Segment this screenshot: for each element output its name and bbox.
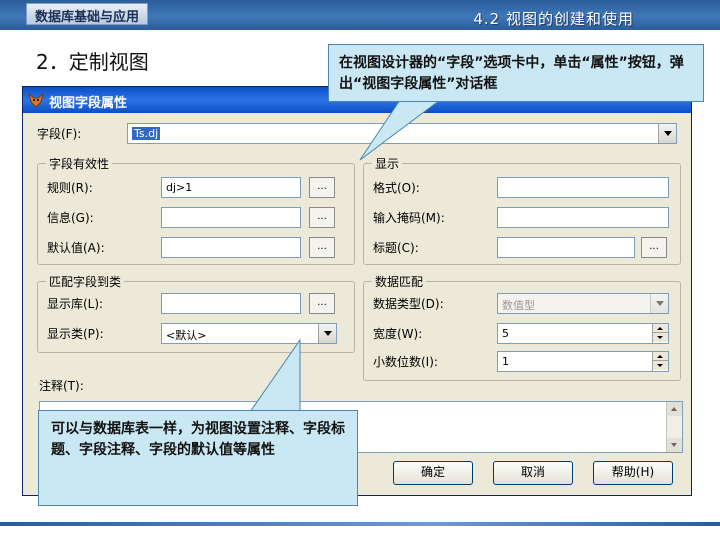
- message-input[interactable]: [161, 207, 301, 228]
- field-combobox[interactable]: Ts.dj: [127, 123, 677, 144]
- input-mask-label: 输入掩码(M):: [373, 211, 445, 225]
- width-spinner[interactable]: 5: [497, 323, 669, 344]
- chevron-down-icon[interactable]: [658, 124, 676, 143]
- foxpro-fox-icon: [28, 92, 44, 108]
- data-type-label: 数据类型(D):: [373, 297, 444, 311]
- chevron-down-icon[interactable]: [318, 324, 336, 343]
- display-title: 显示: [372, 155, 403, 172]
- caption-builder-button[interactable]: ...: [641, 237, 667, 258]
- caption-input[interactable]: [497, 237, 635, 258]
- decimals-spinner[interactable]: 1: [497, 351, 669, 372]
- input-mask-input[interactable]: [497, 207, 669, 228]
- bottom-callout: 可以与数据库表一样，为视图设置注释、字段标题、字段注释、字段的默认值等属性: [38, 410, 358, 506]
- spinner-arrows-icon[interactable]: [652, 324, 668, 343]
- slide-heading: 2．定制视图: [36, 50, 149, 74]
- display-class-value: <默认>: [166, 329, 207, 342]
- chevron-down-icon[interactable]: [650, 294, 668, 313]
- section-title: 4.2 视图的创建和使用: [473, 10, 634, 28]
- display-library-input[interactable]: [161, 293, 301, 314]
- dialog-title: 视图字段属性: [49, 96, 128, 111]
- width-label: 宽度(W):: [373, 327, 423, 341]
- display-class-combobox[interactable]: <默认>: [161, 323, 337, 344]
- display-library-browse-button[interactable]: ...: [309, 293, 335, 314]
- format-input[interactable]: [497, 177, 669, 198]
- rule-label: 规则(R):: [47, 181, 93, 195]
- display-library-label: 显示库(L):: [47, 297, 104, 311]
- data-match-title: 数据匹配: [372, 273, 427, 290]
- help-button[interactable]: 帮助(H): [593, 461, 673, 485]
- comment-scrollbar[interactable]: [666, 402, 682, 452]
- rule-builder-button[interactable]: ...: [309, 177, 335, 198]
- footer-divider: [0, 522, 720, 526]
- top-callout: 在视图设计器的“字段”选项卡中，单击“属性”按钮，弹出“视图字段属性”对话框: [328, 44, 704, 102]
- message-label: 信息(G):: [47, 211, 94, 225]
- ok-button[interactable]: 确定: [393, 461, 473, 485]
- message-builder-button[interactable]: ...: [309, 207, 335, 228]
- comment-label: 注释(T):: [39, 379, 84, 393]
- width-value: 5: [502, 327, 509, 340]
- cancel-button[interactable]: 取消: [493, 461, 573, 485]
- format-label: 格式(O):: [373, 181, 420, 195]
- default-value-builder-button[interactable]: ...: [309, 237, 335, 258]
- default-value-label: 默认值(A):: [47, 241, 105, 255]
- default-value-input[interactable]: [161, 237, 301, 258]
- data-type-value: 数值型: [502, 299, 535, 312]
- field-combobox-value: Ts.dj: [132, 127, 161, 140]
- caption-label: 标题(C):: [373, 241, 419, 255]
- field-label: 字段(F):: [37, 127, 82, 141]
- slide-header-bar: 数据库基础与应用 4.2 视图的创建和使用: [0, 0, 720, 30]
- match-field-to-class-title: 匹配字段到类: [46, 273, 125, 290]
- spinner-arrows-icon[interactable]: [652, 352, 668, 371]
- display-class-label: 显示类(P):: [47, 327, 104, 341]
- field-validity-title: 字段有效性: [46, 155, 113, 172]
- rule-input[interactable]: dj>1: [161, 177, 301, 198]
- course-title-tab: 数据库基础与应用: [26, 3, 149, 25]
- decimals-label: 小数位数(I):: [373, 355, 438, 369]
- data-type-combobox[interactable]: 数值型: [497, 293, 669, 314]
- decimals-value: 1: [502, 355, 509, 368]
